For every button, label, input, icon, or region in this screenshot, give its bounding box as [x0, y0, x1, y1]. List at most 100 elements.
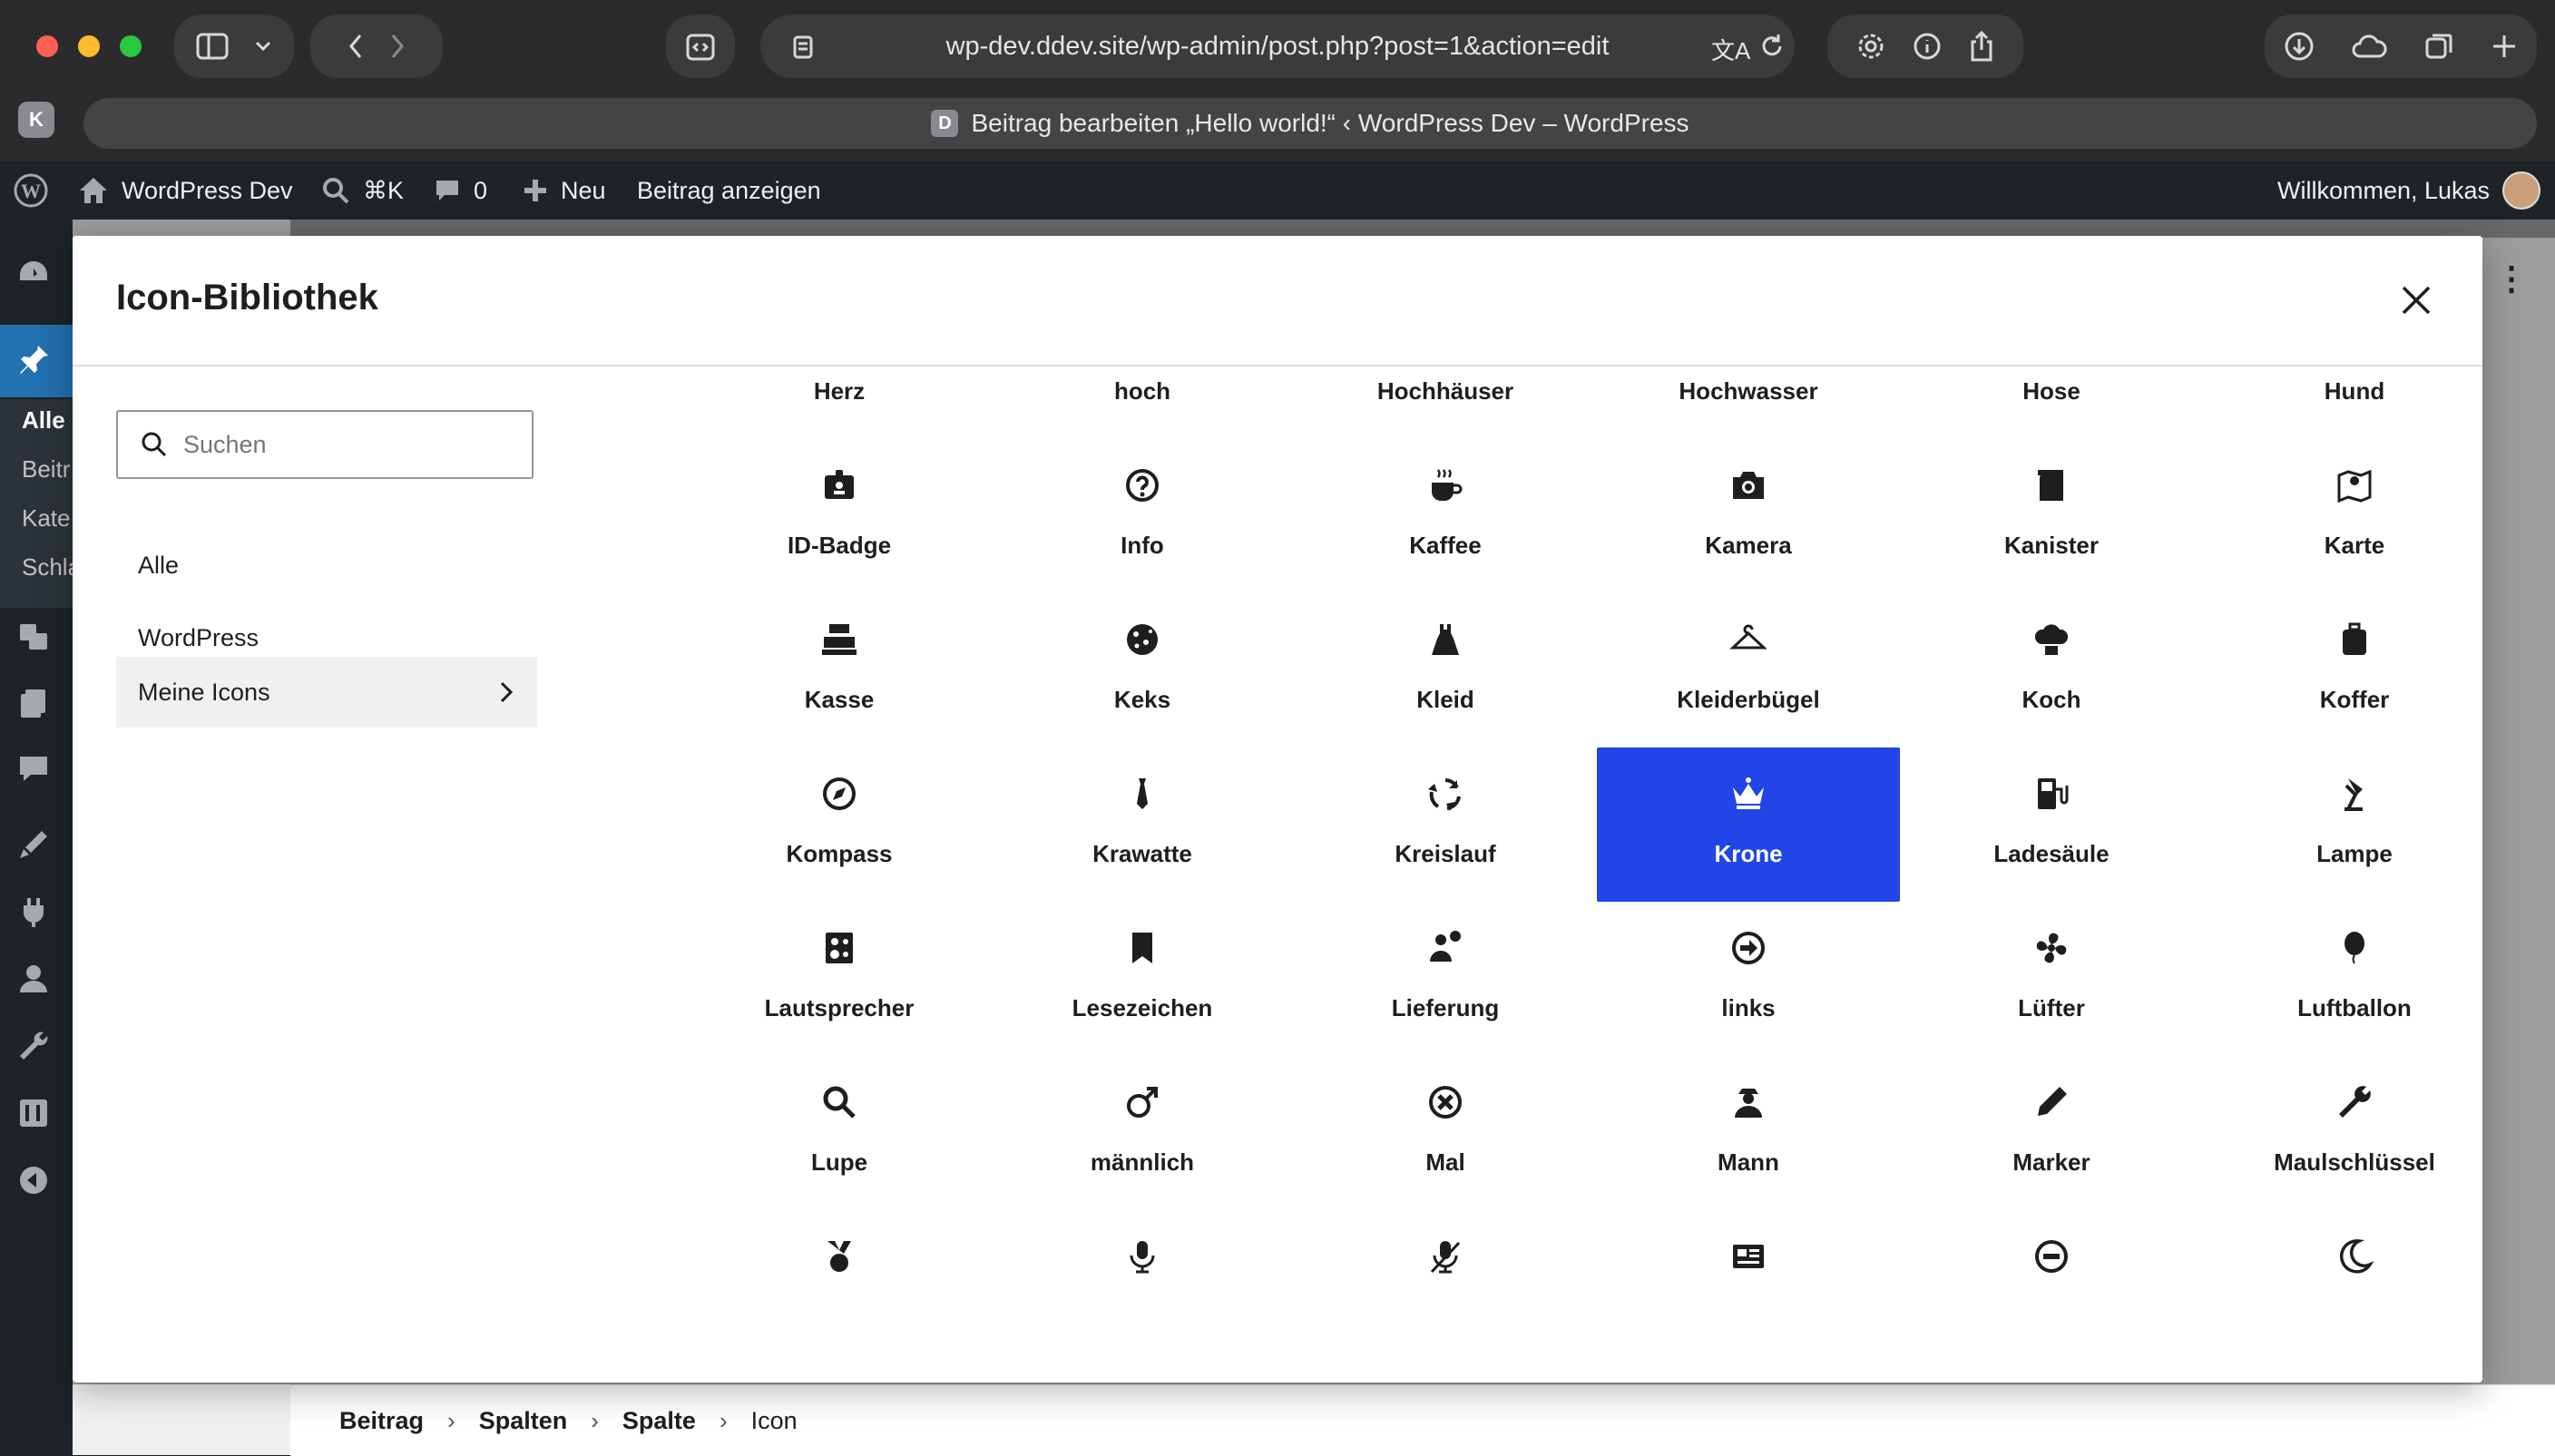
icon-tile[interactable] [688, 1210, 991, 1364]
active-tab[interactable]: D Beitrag bearbeiten „Hello world!“ ‹ Wo… [83, 98, 2537, 149]
appearance-icon[interactable] [16, 827, 51, 862]
media-icon[interactable] [16, 619, 51, 653]
icon-label: Mal [1425, 1148, 1465, 1176]
icon-tile[interactable] [1294, 1210, 1597, 1364]
icon-tile[interactable]: Mann [1597, 1056, 1900, 1210]
icon-label: Lieferung [1391, 994, 1500, 1021]
block-breadcrumb: Beitrag › Spalten › Spalte › Icon [290, 1384, 2555, 1456]
icon-tile[interactable]: Lüfter [1900, 902, 2203, 1056]
plugins-icon[interactable] [16, 894, 51, 929]
icon-tile[interactable]: Lieferung [1294, 902, 1597, 1056]
sidebar-toggle-button[interactable] [174, 15, 294, 78]
new-content-link[interactable]: Neu [523, 161, 606, 220]
icon-tile[interactable]: Lampe [2203, 748, 2448, 902]
collapse-menu-icon[interactable] [16, 1163, 51, 1197]
icon-tile[interactable]: Hund [2203, 365, 2448, 439]
extension-button[interactable]: K [18, 102, 54, 138]
icon-tile[interactable] [991, 1210, 1294, 1364]
close-button[interactable] [2392, 276, 2441, 325]
icon-tile[interactable]: hoch [991, 365, 1294, 439]
posts-menu-active[interactable] [0, 325, 73, 397]
icon-tile[interactable]: Kaffee [1294, 439, 1597, 593]
info-icon[interactable] [1912, 31, 1943, 62]
icon-tile[interactable]: Kleiderbügel [1597, 593, 1900, 748]
submenu-item-categories[interactable]: Kate [22, 504, 71, 533]
breadcrumb-item[interactable]: Spalte [622, 1407, 696, 1435]
icon-tile[interactable]: Maulschlüssel [2203, 1056, 2448, 1210]
icon-tile[interactable]: Krone [1597, 748, 1900, 902]
cloud-icon[interactable] [2351, 33, 2387, 60]
download-icon[interactable] [2284, 31, 2315, 62]
icon-tile[interactable]: Mal [1294, 1056, 1597, 1210]
close-window-button[interactable] [36, 35, 58, 57]
icon-tile[interactable]: Marker [1900, 1056, 2203, 1210]
icon-label: Maulschlüssel [2274, 1148, 2435, 1176]
comments-link[interactable]: 0 [434, 161, 487, 220]
icon-tile[interactable] [1597, 1210, 1900, 1364]
dashboard-icon[interactable] [16, 256, 51, 290]
share-icon[interactable] [1968, 30, 1995, 63]
search-input[interactable]: Suchen [116, 410, 534, 479]
new-tab-icon[interactable] [2491, 33, 2518, 60]
reader-button[interactable] [666, 15, 735, 78]
icon-tile[interactable] [2203, 1210, 2448, 1364]
reload-icon[interactable] [1758, 33, 1786, 60]
wp-logo-button[interactable]: W [13, 161, 49, 220]
microphone-off-icon [1426, 1237, 1464, 1275]
icon-tile[interactable]: Kamera [1597, 439, 1900, 593]
command-palette-button[interactable]: ⌘K [321, 161, 404, 220]
icon-tile[interactable]: Luftballon [2203, 902, 2448, 1056]
icon-label: Krone [1714, 840, 1783, 867]
breadcrumb-item[interactable]: Beitrag [339, 1407, 424, 1435]
category-my-icons[interactable]: Meine Icons [116, 657, 537, 728]
forward-icon[interactable] [389, 33, 406, 60]
category-all[interactable]: Alle [116, 530, 537, 601]
hanger-icon [1729, 621, 1767, 659]
breadcrumb-item[interactable]: Spalten [479, 1407, 568, 1435]
icon-tile[interactable]: ID-Badge [688, 439, 991, 593]
submenu-item-all[interactable]: Alle [22, 406, 65, 435]
tools-icon[interactable] [16, 1029, 51, 1063]
view-post-link[interactable]: Beitrag anzeigen [637, 161, 821, 220]
icon-label: Lüfter [2018, 994, 2085, 1021]
back-icon[interactable] [348, 33, 364, 60]
icon-tile[interactable]: Koffer [2203, 593, 2448, 748]
icon-tile[interactable]: Kanister [1900, 439, 2203, 593]
address-bar[interactable]: wp-dev.ddev.site/wp-admin/post.php?post=… [760, 15, 1795, 78]
icon-tile[interactable]: Lesezeichen [991, 902, 1294, 1056]
account-menu[interactable]: Willkommen, Lukas [2277, 161, 2541, 220]
icon-tile[interactable]: Info [991, 439, 1294, 593]
pages-icon[interactable] [16, 686, 51, 720]
minimize-window-button[interactable] [78, 35, 100, 57]
icon-tile[interactable]: links [1597, 902, 1900, 1056]
icon-tile[interactable]: Herz [688, 365, 991, 439]
options-icon[interactable]: ⋮ [2495, 259, 2531, 297]
icon-tile[interactable]: Hochhäuser [1294, 365, 1597, 439]
icon-tile[interactable]: männlich [991, 1056, 1294, 1210]
icon-tile[interactable]: Keks [991, 593, 1294, 748]
icon-tile[interactable]: Hochwasser [1597, 365, 1900, 439]
icon-tile[interactable]: Lupe [688, 1056, 991, 1210]
icon-tile[interactable]: Koch [1900, 593, 2203, 748]
submenu-item-new[interactable]: Beitr [22, 455, 70, 484]
site-name: WordPress Dev [122, 176, 293, 204]
icon-tile[interactable]: Lautsprecher [688, 902, 991, 1056]
icon-tile[interactable]: Kasse [688, 593, 991, 748]
icon-tile[interactable]: Kompass [688, 748, 991, 902]
icon-tile[interactable]: Kleid [1294, 593, 1597, 748]
site-name-link[interactable]: WordPress Dev [78, 161, 293, 220]
icon-tile[interactable]: Kreislauf [1294, 748, 1597, 902]
gear-icon[interactable] [1855, 31, 1886, 62]
zoom-window-button[interactable] [120, 35, 142, 57]
users-icon[interactable] [16, 962, 51, 996]
comments-count: 0 [474, 176, 488, 204]
comments-menu-icon[interactable] [16, 751, 51, 786]
settings-icon[interactable] [16, 1096, 51, 1130]
icon-tile[interactable]: Karte [2203, 439, 2448, 593]
tabs-overview-icon[interactable] [2423, 31, 2454, 62]
icon-tile[interactable] [1900, 1210, 2203, 1364]
icon-tile[interactable]: Hose [1900, 365, 2203, 439]
translate-icon[interactable]: 文A [1711, 33, 1750, 66]
icon-tile[interactable]: Krawatte [991, 748, 1294, 902]
icon-tile[interactable]: Ladesäule [1900, 748, 2203, 902]
